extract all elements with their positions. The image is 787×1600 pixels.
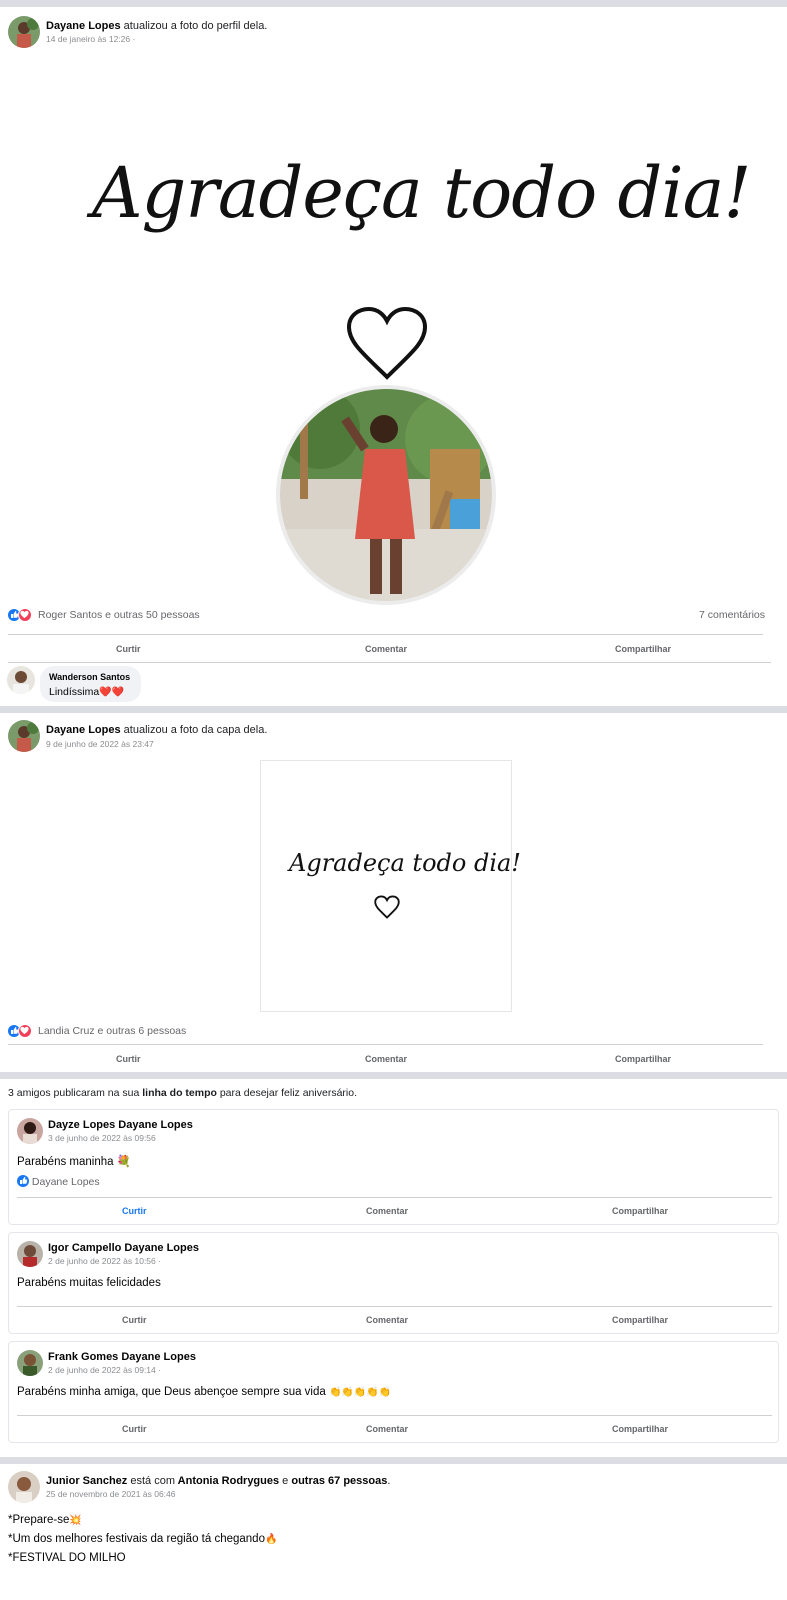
author-avatar[interactable]: [17, 1118, 43, 1144]
card-text: Parabéns maninha 💐: [17, 1156, 132, 1168]
author-avatar[interactable]: [17, 1350, 43, 1376]
comment-button[interactable]: Comentar: [365, 644, 407, 654]
birthday-card: Dayze Lopes Dayane Lopes 3 de junho de 2…: [8, 1109, 779, 1225]
clap-emoji: 👏👏👏👏👏: [328, 1387, 392, 1398]
cover-photo[interactable]: Agradeça todo dia!: [260, 760, 521, 1012]
card-actions: Curtir Comentar Compartilhar: [17, 1415, 772, 1441]
like-button[interactable]: Curtir: [116, 1054, 141, 1064]
birthday-posts-section: 3 amigos publicaram na sua linha do temp…: [0, 1079, 787, 1457]
post-line: *Um dos melhores festivais da região tá …: [8, 1533, 278, 1545]
cover-script-title: Agradeça todo dia!: [289, 849, 521, 877]
card-author[interactable]: Frank Gomes Dayane Lopes: [48, 1351, 196, 1363]
post-action: atualizou a foto da capa dela.: [123, 724, 268, 736]
like-button[interactable]: Curtir: [122, 1315, 147, 1325]
feed-separator: [0, 1457, 787, 1464]
profile-photo[interactable]: [276, 385, 496, 605]
share-button[interactable]: Compartilhar: [612, 1206, 668, 1216]
share-button[interactable]: Compartilhar: [615, 644, 671, 654]
explosion-emoji: 💥: [69, 1515, 82, 1526]
post-author[interactable]: Dayane Lopes atualizou a foto da capa de…: [46, 724, 267, 736]
share-button[interactable]: Compartilhar: [615, 1054, 671, 1064]
heart-emoji: ❤️❤️: [99, 687, 125, 698]
post-actions: Curtir Comentar Compartilhar: [8, 634, 763, 662]
card-actions: Curtir Comentar Compartilhar: [17, 1306, 772, 1332]
love-reaction-icon: [18, 608, 32, 622]
card-actions: Curtir Comentar Compartilhar: [17, 1197, 772, 1223]
love-reaction-icon: [18, 1024, 32, 1038]
author-avatar[interactable]: [8, 720, 40, 752]
like-button[interactable]: Curtir: [116, 644, 141, 654]
cover-photo-post: Dayane Lopes atualizou a foto da capa de…: [0, 713, 787, 1072]
birthday-card: Frank Gomes Dayane Lopes 2 de junho de 2…: [8, 1341, 779, 1443]
birthday-card: Igor Campello Dayane Lopes 2 de junho de…: [8, 1232, 779, 1334]
post-line: *FESTIVAL DO MILHO: [8, 1552, 126, 1564]
post-actions: Curtir Comentar Compartilhar: [8, 1044, 763, 1072]
reaction-names[interactable]: Roger Santos e outras 50 pessoas: [38, 609, 200, 621]
timeline-link[interactable]: linha do tempo: [142, 1087, 217, 1099]
comment-text: Lindíssima❤️❤️: [49, 686, 125, 698]
post-line: *Prepare-se💥: [8, 1514, 82, 1526]
post-author: Junior Sanchez está com Antonia Rodrygue…: [46, 1475, 391, 1487]
post-date[interactable]: 14 de janeiro às 12:26 ·: [46, 34, 135, 44]
share-button[interactable]: Compartilhar: [612, 1315, 668, 1325]
post-date[interactable]: 9 de junho de 2022 às 23:47: [46, 739, 154, 749]
tagged-others[interactable]: outras 67 pessoas: [291, 1475, 387, 1487]
card-date[interactable]: 2 de junho de 2022 às 10:56 ·: [48, 1256, 161, 1266]
birthday-intro: 3 amigos publicaram na sua linha do temp…: [8, 1087, 357, 1099]
reaction-names[interactable]: Landia Cruz e outras 6 pessoas: [38, 1025, 186, 1037]
card-author[interactable]: Dayze Lopes Dayane Lopes: [48, 1119, 193, 1131]
author-avatar[interactable]: [8, 16, 40, 48]
comment-button[interactable]: Comentar: [366, 1315, 408, 1325]
card-text: Parabéns muitas felicidades: [17, 1277, 161, 1289]
card-date[interactable]: 3 de junho de 2022 às 09:56: [48, 1133, 156, 1143]
card-like-summary[interactable]: Dayane Lopes: [17, 1175, 100, 1188]
like-button[interactable]: Curtir: [122, 1206, 147, 1216]
card-text: Parabéns minha amiga, que Deus abençoe s…: [17, 1386, 392, 1398]
post-author[interactable]: Dayane Lopes atualizou a foto do perfil …: [46, 20, 267, 32]
author-avatar[interactable]: [8, 1471, 40, 1503]
script-title: Agradeça todo dia!: [92, 152, 752, 234]
comment-button[interactable]: Comentar: [366, 1206, 408, 1216]
comment-button[interactable]: Comentar: [365, 1054, 407, 1064]
author-name[interactable]: Junior Sanchez: [46, 1475, 127, 1487]
comment-button[interactable]: Comentar: [366, 1424, 408, 1434]
card-date[interactable]: 2 de junho de 2022 às 09:14 ·: [48, 1365, 161, 1375]
actions-divider: [8, 662, 771, 663]
author-avatar[interactable]: [17, 1241, 43, 1267]
comment-author[interactable]: Wanderson Santos: [49, 672, 130, 682]
feed-separator: [0, 706, 787, 713]
reaction-summary[interactable]: Landia Cruz e outras 6 pessoas: [0, 1020, 787, 1046]
tagged-person[interactable]: Antonia Rodrygues: [178, 1475, 279, 1487]
commenter-avatar[interactable]: [7, 666, 35, 694]
reaction-summary[interactable]: Roger Santos e outras 50 pessoas 7 comen…: [0, 604, 787, 630]
comments-count[interactable]: 7 comentários: [699, 609, 765, 621]
comment-bubble: Wanderson Santos Lindíssima❤️❤️: [40, 666, 141, 702]
like-reaction-icon: [17, 1175, 29, 1188]
like-button[interactable]: Curtir: [122, 1424, 147, 1434]
feed-separator: [0, 1072, 787, 1079]
flower-emoji: 💐: [116, 1156, 132, 1168]
post-date[interactable]: 25 de novembro de 2021 às 06:46: [46, 1489, 176, 1499]
card-author[interactable]: Igor Campello Dayane Lopes: [48, 1242, 199, 1254]
feed-separator: [0, 0, 787, 7]
heart-outline-icon: [374, 895, 400, 919]
post-action: atualizou a foto do perfil dela.: [123, 20, 268, 32]
fire-emoji: 🔥: [264, 1534, 278, 1545]
event-post: Junior Sanchez está com Antonia Rodrygue…: [0, 1464, 787, 1600]
heart-outline-icon: [346, 306, 428, 380]
share-button[interactable]: Compartilhar: [612, 1424, 668, 1434]
profile-photo-post: Dayane Lopes atualizou a foto do perfil …: [0, 7, 787, 706]
